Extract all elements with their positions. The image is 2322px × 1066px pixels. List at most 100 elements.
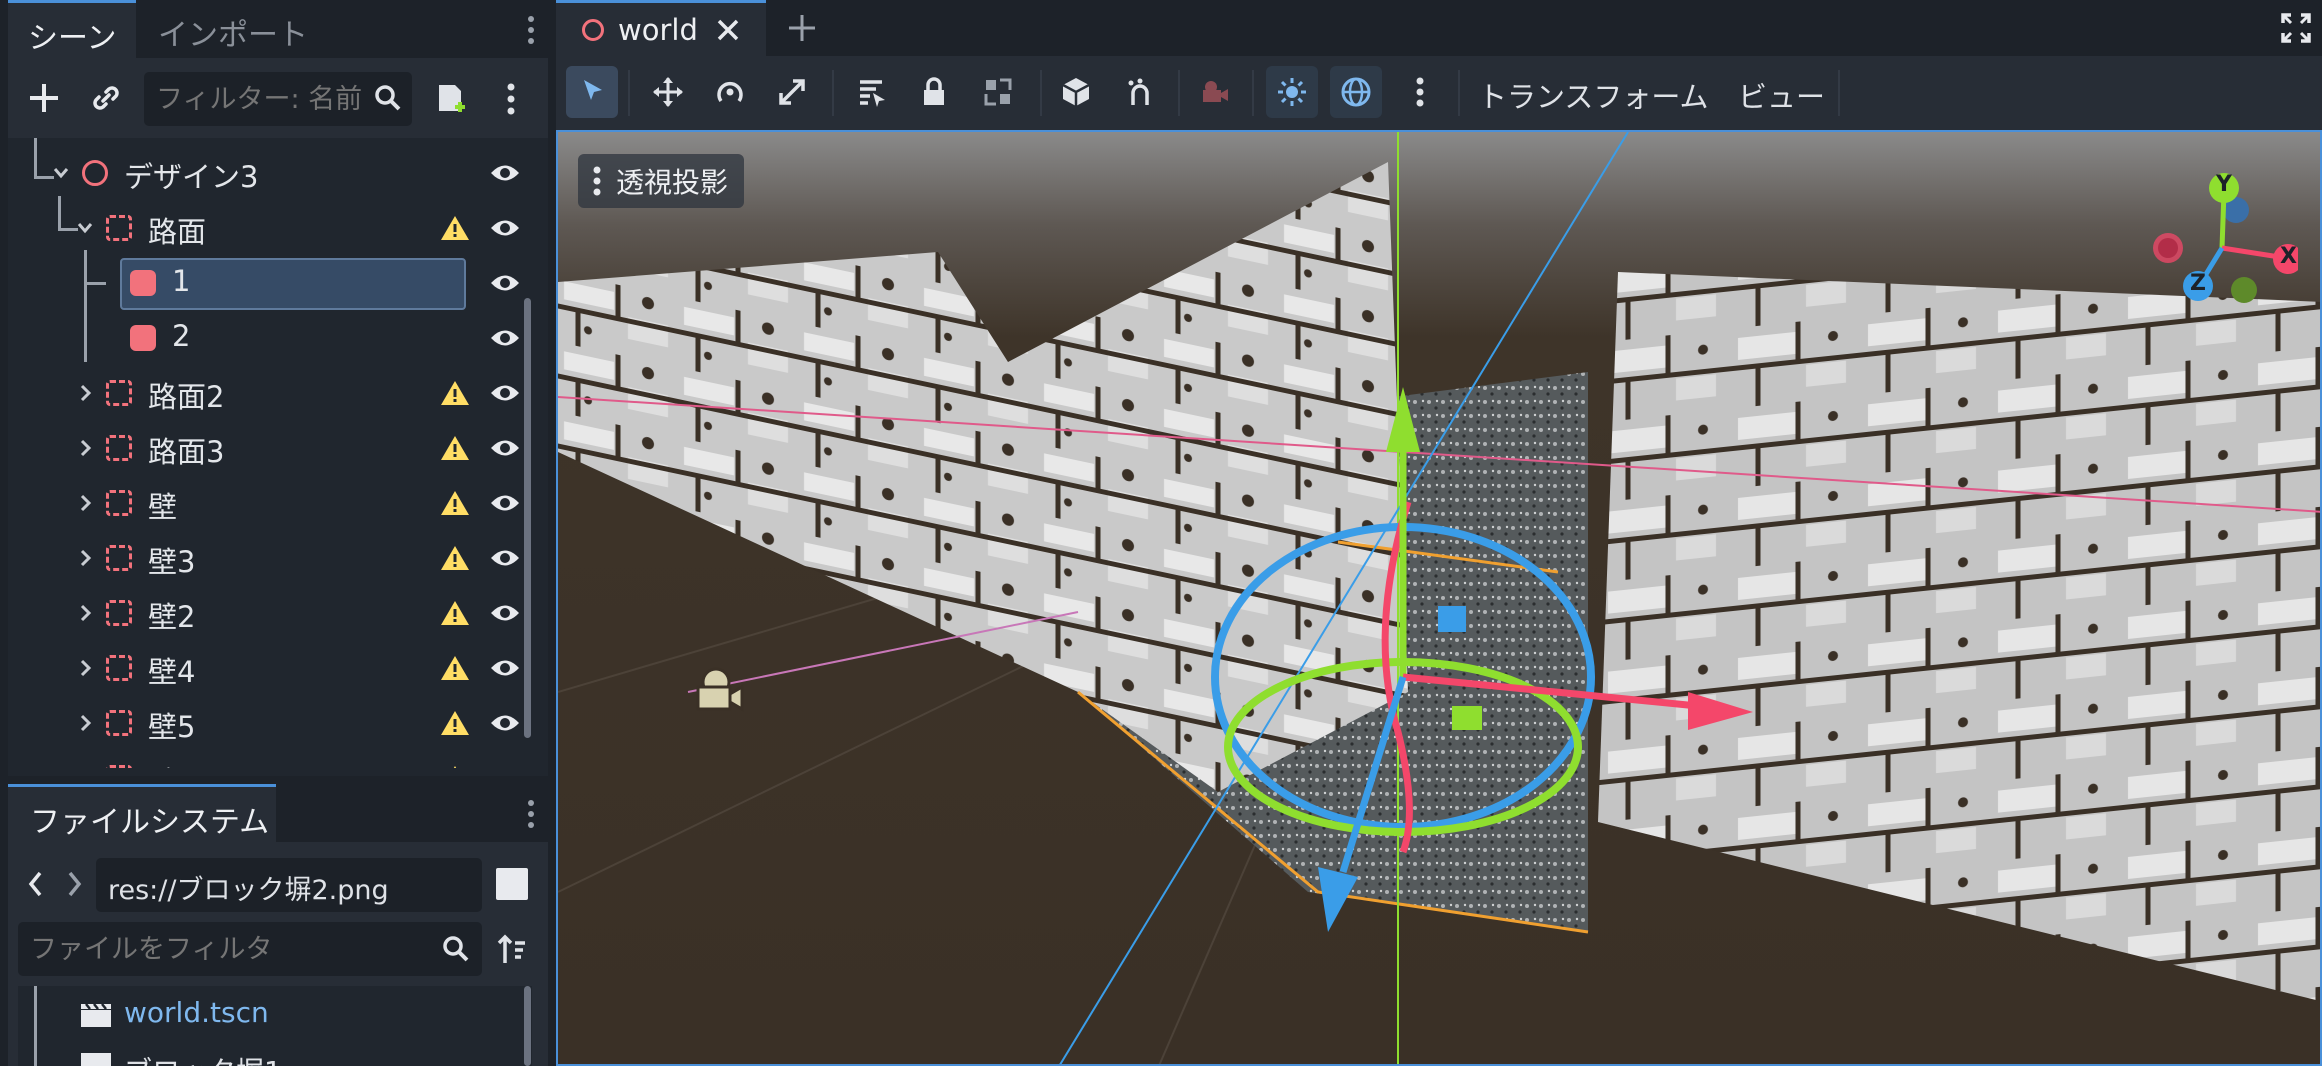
- node3d-icon: [106, 600, 132, 626]
- mesh-instance-icon: [130, 270, 156, 296]
- menu-dots-icon: [593, 166, 601, 196]
- close-icon[interactable]: [716, 18, 740, 42]
- environment-preview-icon[interactable]: [1330, 66, 1382, 118]
- scale-tool-icon[interactable]: [766, 66, 818, 118]
- tree-item-wall3[interactable]: 壁3: [16, 531, 536, 586]
- scene-tab-world[interactable]: world: [556, 0, 766, 56]
- warning-icon[interactable]: [440, 765, 470, 768]
- tree-item-road3[interactable]: 路面3: [16, 421, 536, 476]
- warning-icon[interactable]: [440, 215, 470, 241]
- forward-icon[interactable]: [60, 866, 88, 902]
- tab-import-label: インポート: [158, 18, 308, 53]
- rotate-tool-icon[interactable]: [704, 66, 756, 118]
- scene-dock-menu-icon[interactable]: [526, 14, 536, 46]
- warning-icon[interactable]: [440, 655, 470, 681]
- perspective-menu-button[interactable]: 透視投影: [578, 154, 745, 208]
- add-node-icon[interactable]: [22, 76, 66, 120]
- link-icon[interactable]: [84, 76, 128, 120]
- viewport-3d[interactable]: 透視投影 Y X Z: [556, 130, 2322, 1066]
- scene-tree: デザイン3 路面 1 2 路面2 路面3 壁 壁3 壁2 壁4 壁5: [16, 138, 536, 768]
- sort-icon[interactable]: [492, 930, 532, 970]
- tab-import[interactable]: インポート: [158, 10, 308, 54]
- select-tool-icon[interactable]: [566, 66, 618, 118]
- file-item-world-tscn[interactable]: world.tscn: [18, 986, 528, 1040]
- move-tool-icon[interactable]: [642, 66, 694, 118]
- visibility-eye-icon[interactable]: [489, 215, 521, 241]
- viewport-more-icon[interactable]: [1394, 66, 1446, 118]
- warning-icon[interactable]: [440, 380, 470, 406]
- tree-item-wall5[interactable]: 壁5: [16, 696, 536, 751]
- node3d-icon: [106, 215, 132, 241]
- back-icon[interactable]: [22, 866, 50, 902]
- visibility-eye-icon[interactable]: [489, 325, 521, 351]
- tab-scene-label: シーン: [28, 21, 117, 56]
- tab-filesystem[interactable]: ファイルシステム: [8, 784, 276, 842]
- tree-item-wall2[interactable]: 壁2: [16, 586, 536, 641]
- camera-preview-icon[interactable]: [1188, 66, 1240, 118]
- tab-scene[interactable]: シーン: [8, 0, 136, 58]
- warning-icon[interactable]: [440, 490, 470, 516]
- visibility-eye-icon[interactable]: [489, 160, 521, 186]
- visibility-eye-icon[interactable]: [489, 655, 521, 681]
- tree-item-design3[interactable]: デザイン3: [16, 146, 536, 201]
- tree-item-mesh-2[interactable]: 2: [16, 311, 536, 366]
- file-filter-input[interactable]: [18, 922, 482, 976]
- toggle-split-icon[interactable]: [496, 868, 528, 900]
- tree-item-wall[interactable]: 壁: [16, 476, 536, 531]
- sun-preview-icon[interactable]: [1266, 66, 1318, 118]
- lock-icon[interactable]: [908, 66, 960, 118]
- visibility-eye-icon[interactable]: [489, 710, 521, 736]
- node-filter-input[interactable]: [144, 72, 412, 126]
- menu-transform[interactable]: トランスフォーム: [1478, 74, 1709, 116]
- tab-filesystem-label: ファイルシステム: [30, 805, 270, 840]
- new-tab-icon[interactable]: [782, 8, 822, 48]
- tree-item-mesh-1[interactable]: 1: [16, 256, 536, 311]
- scene-tree-scrollbar[interactable]: [524, 298, 531, 738]
- image-icon: [81, 1053, 111, 1066]
- node-filter-field[interactable]: [154, 78, 374, 120]
- node3d-icon: [106, 765, 132, 768]
- tree-item-label: 路面: [148, 215, 207, 249]
- tree-item-label: 壁5: [148, 710, 196, 744]
- search-icon: [442, 935, 470, 970]
- path-field[interactable]: res://ブロック塀2.png: [96, 858, 482, 912]
- warning-icon[interactable]: [440, 435, 470, 461]
- snap-icon[interactable]: [1114, 66, 1166, 118]
- tree-item-road[interactable]: 路面: [16, 201, 536, 256]
- visibility-eye-icon[interactable]: [489, 380, 521, 406]
- scene-tab-icon: [582, 19, 604, 41]
- menu-view[interactable]: ビュー: [1738, 74, 1825, 116]
- visibility-eye-icon[interactable]: [489, 435, 521, 461]
- warning-icon[interactable]: [440, 710, 470, 736]
- group-icon[interactable]: [972, 66, 1024, 118]
- tree-item-wall6[interactable]: 壁6: [16, 751, 536, 768]
- search-icon: [374, 84, 402, 119]
- tree-item-road2[interactable]: 路面2: [16, 366, 536, 421]
- tree-item-label: 壁4: [148, 655, 196, 689]
- file-filter-field[interactable]: [28, 928, 432, 970]
- view-orientation-gizmo[interactable]: Y X Z: [2148, 158, 2303, 308]
- filesystem-menu-icon[interactable]: [526, 798, 536, 830]
- visibility-eye-icon[interactable]: [489, 545, 521, 571]
- tree-item-wall4[interactable]: 壁4: [16, 641, 536, 696]
- file-item-block-wall1[interactable]: ブロック塀1: [18, 1040, 528, 1066]
- distraction-free-icon[interactable]: [2278, 10, 2314, 46]
- list-select-icon[interactable]: [846, 66, 898, 118]
- node3d-icon: [106, 490, 132, 516]
- visibility-eye-icon[interactable]: [489, 600, 521, 626]
- scene-node-icon: [82, 160, 108, 186]
- warning-icon[interactable]: [440, 545, 470, 571]
- warning-icon[interactable]: [440, 600, 470, 626]
- snap-to-floor-icon[interactable]: [1050, 66, 1102, 118]
- file-list-scrollbar[interactable]: [524, 986, 531, 1066]
- visibility-eye-icon[interactable]: [489, 270, 521, 296]
- visibility-eye-icon[interactable]: [489, 490, 521, 516]
- scene-tab-label: world: [618, 13, 698, 47]
- visibility-eye-icon[interactable]: [489, 765, 521, 768]
- axis-z-label: Z: [2190, 271, 2206, 296]
- camera-node-icon[interactable]: [696, 667, 744, 712]
- scene-more-icon[interactable]: [506, 82, 516, 116]
- instance-scene-icon[interactable]: [428, 76, 472, 120]
- node3d-icon: [106, 710, 132, 736]
- node3d-icon: [106, 655, 132, 681]
